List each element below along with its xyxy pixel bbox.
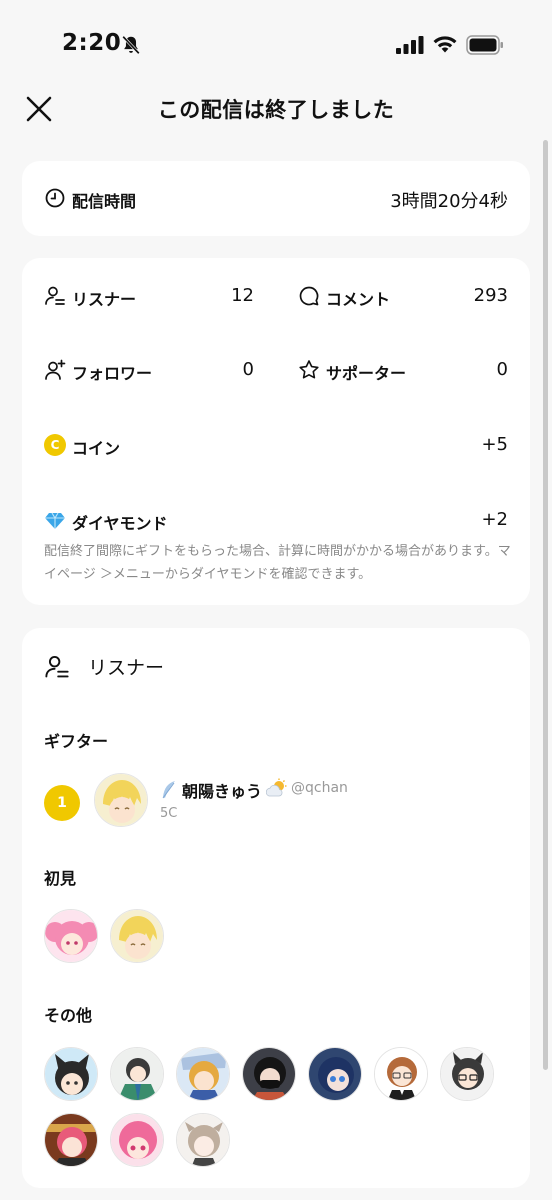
comments-label: コメント [326,290,391,309]
coins-value: +5 [481,434,508,455]
diamond-note: 配信終了間際にギフトをもらった場合、計算に時間がかかる場合があります。マイページ… [44,544,511,582]
first-time-avatar[interactable] [44,909,98,963]
diamonds-value: +2 [481,509,508,530]
first-time-avatar[interactable] [110,909,164,963]
supporters-value: 0 [496,359,508,380]
sun-cloud-icon [266,778,287,797]
status-time: 2:20 [62,30,122,56]
scrollbar[interactable] [543,140,548,1070]
listeners-card: リスナー ギフター 1 朝陽きゅう @qchan 5C 初見 その他 [22,628,530,1188]
gifter-handle: @qchan [291,780,348,796]
duration-value: 3時間20分4秒 [390,191,508,212]
signal-icon [396,36,424,54]
listeners-label: リスナー [72,290,137,309]
listener-icon [45,286,65,305]
wifi-icon [433,36,457,53]
duration-card: 配信時間 3時間20分4秒 [22,161,530,236]
other-avatar[interactable] [110,1047,164,1101]
other-avatar[interactable] [242,1047,296,1101]
coins-label: コイン [72,439,121,458]
clock-icon [45,188,65,208]
star-icon [299,360,319,379]
stats-card: リスナー 12 コメント 293 フォロワー 0 サポーター 0 C コイン +… [22,258,530,605]
listener-icon [45,656,69,678]
other-avatar[interactable] [308,1047,362,1101]
duration-label: 配信時間 [72,192,137,211]
battery-icon [466,35,503,55]
comment-icon [299,286,319,306]
listeners-value: 12 [231,285,254,306]
coin-icon: C [44,434,66,456]
other-avatar[interactable] [110,1113,164,1167]
first-time-title: 初見 [44,869,77,888]
feather-icon [162,781,175,799]
listeners-section-title: リスナー [88,657,165,679]
other-avatar[interactable] [440,1047,494,1101]
comments-value: 293 [473,285,508,306]
supporters-label: サポーター [326,364,407,383]
other-avatar[interactable] [176,1113,230,1167]
followers-value: 0 [242,359,254,380]
bell-slash-icon [122,35,140,55]
gifter-title: ギフター [44,732,109,751]
header: この配信は終了しました [0,84,552,134]
diamonds-label: ダイヤモンド [72,514,168,533]
other-avatar[interactable] [374,1047,428,1101]
page-title: この配信は終了しました [157,98,395,122]
gifter-coins: 5C [160,806,178,821]
follower-add-icon [45,359,66,380]
other-avatar[interactable] [44,1113,98,1167]
other-avatar[interactable] [44,1047,98,1101]
followers-label: フォロワー [72,364,153,383]
rank-badge: 1 [44,785,80,821]
status-bar: 2:20 [0,0,552,92]
others-title: その他 [44,1006,93,1025]
diamond-icon [45,512,65,529]
gifter-avatar[interactable] [94,773,148,827]
other-avatar[interactable] [176,1047,230,1101]
gifter-name[interactable]: 朝陽きゅう [182,778,262,802]
